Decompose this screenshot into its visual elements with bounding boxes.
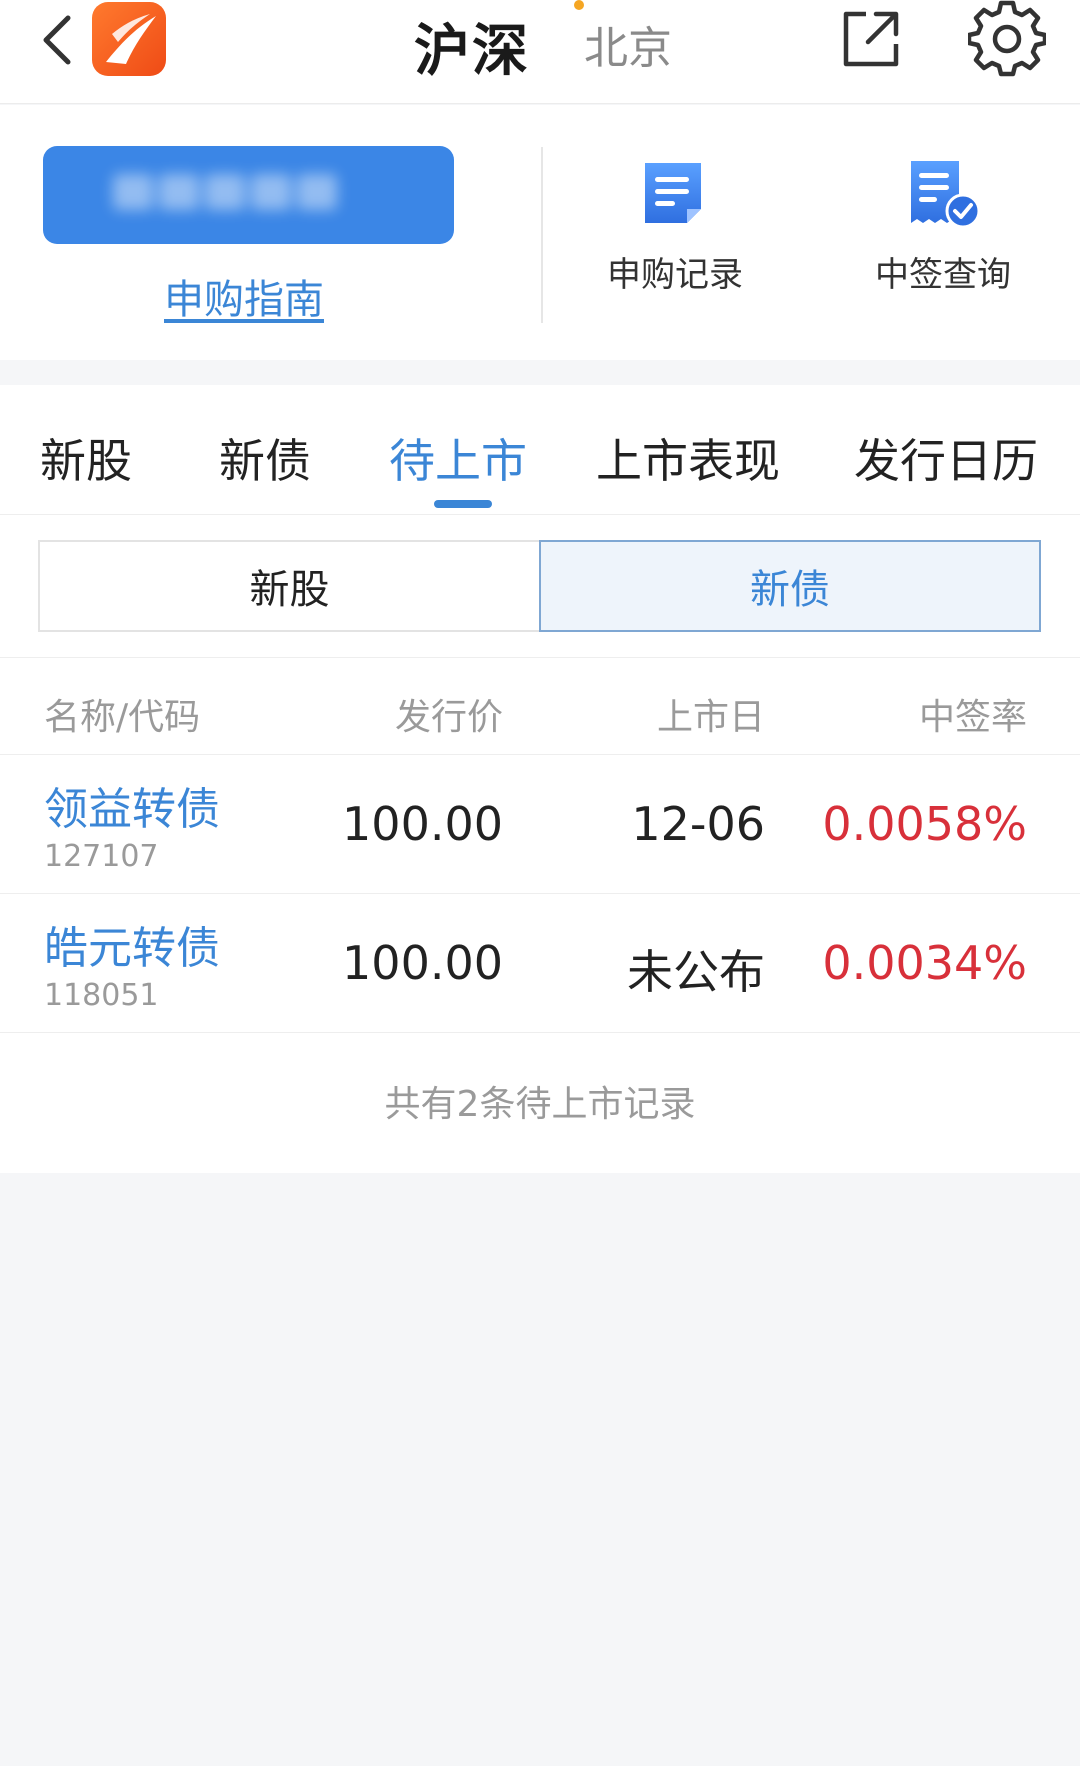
lottery-query-button[interactable]: 中签查询 [843,157,1043,307]
lottery-query-label: 中签查询 [875,255,1011,295]
tab-issue-calendar[interactable]: 发行日历 [854,425,1038,491]
bond-code: 118051 [44,978,159,1013]
header-issue-price: 发行价 [394,697,503,738]
header-name-code: 名称/代码 [44,697,201,738]
share-external-icon[interactable] [836,4,906,74]
active-tab-indicator [434,500,492,508]
header-win-rate: 中签率 [918,697,1027,738]
divider [541,147,543,323]
subscription-actions: 申购指南 申购记录 中签查询 [0,105,1080,360]
issue-price: 100.00 [342,936,503,990]
gear-icon[interactable] [966,0,1048,78]
page-title[interactable]: 沪深 [414,6,530,87]
bond-name[interactable]: 皓元转债 [44,912,220,976]
notification-dot [574,0,584,10]
tab-pending-listing[interactable]: 待上市 [389,425,527,491]
segment-new-bonds[interactable]: 新债 [539,540,1041,632]
tab-new-stocks[interactable]: 新股 [40,425,132,491]
segment-new-stocks[interactable]: 新股 [38,540,539,632]
bond-name[interactable]: 领益转债 [44,773,220,837]
win-rate: 0.0034% [822,936,1027,990]
record-count-note: 共有2条待上市记录 [384,1084,696,1125]
listing-date: 未公布 [627,945,765,999]
primary-subscribe-button[interactable] [43,146,454,244]
market-tab-beijing[interactable]: 北京 [584,12,672,76]
table-header: 名称/代码 发行价 上市日 中签率 [0,658,1080,755]
segment-control: 新股 新债 [0,515,1080,658]
blurred-label [113,174,383,214]
bond-code: 127107 [44,839,159,874]
document-record-icon [635,157,715,233]
back-chevron-icon[interactable] [30,10,90,70]
tab-new-bonds[interactable]: 新债 [219,425,311,491]
app-logo [92,2,166,76]
issue-price: 100.00 [342,797,503,851]
subscribe-guide-link[interactable]: 申购指南 [164,267,324,325]
category-tabs: 新股 新债 待上市 上市表现 发行日历 [0,385,1080,515]
tab-listing-performance[interactable]: 上市表现 [596,425,780,491]
header-listing-date: 上市日 [656,697,765,738]
pending-listing-table: 名称/代码 发行价 上市日 中签率 领益转债 127107 100.00 12-… [0,658,1080,1173]
top-bar: 沪深 北京 [0,0,1080,104]
document-check-icon [903,157,983,233]
subscribe-record-label: 申购记录 [607,255,743,295]
subscribe-record-button[interactable]: 申购记录 [575,157,775,307]
table-row[interactable]: 皓元转债 118051 100.00 未公布 0.0034% [0,894,1080,1033]
listing-date: 12-06 [631,797,765,851]
table-row[interactable]: 领益转债 127107 100.00 12-06 0.0058% [0,755,1080,894]
win-rate: 0.0058% [822,797,1027,851]
